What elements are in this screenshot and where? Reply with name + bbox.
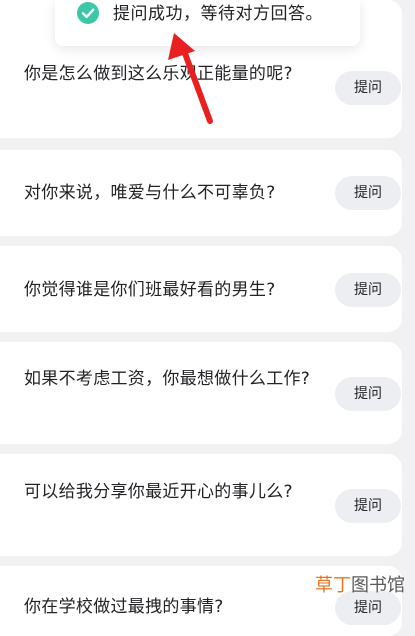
- watermark-text: 图书馆: [351, 575, 405, 596]
- ask-button[interactable]: 提问: [335, 489, 401, 523]
- question-text: 可以给我分享你最近开心的事儿么?: [24, 482, 293, 502]
- check-circle-icon: [77, 2, 99, 24]
- toast-message: 提问成功，等待对方回答。: [113, 4, 323, 24]
- red-arrow-icon: [168, 33, 213, 124]
- ask-button[interactable]: 提问: [335, 71, 401, 105]
- question-card[interactable]: 对你来说，唯爱与什么不可辜负? 提问: [0, 150, 402, 236]
- question-card[interactable]: 你觉得谁是你们班最好看的男生? 提问: [0, 246, 402, 332]
- question-text: 你觉得谁是你们班最好看的男生?: [24, 280, 276, 300]
- ask-button[interactable]: 提问: [335, 176, 401, 210]
- question-text: 如果不考虑工资，你最想做什么工作?: [24, 369, 311, 389]
- ask-button[interactable]: 提问: [335, 377, 401, 411]
- ask-button[interactable]: 提问: [335, 273, 401, 307]
- question-text: 你在学校做过最拽的事情?: [24, 597, 224, 617]
- question-card[interactable]: 如果不考虑工资，你最想做什么工作? 提问: [0, 342, 402, 444]
- question-card[interactable]: 可以给我分享你最近开心的事儿么? 提问: [0, 454, 402, 556]
- site-watermark: 草丁图书馆: [315, 574, 405, 598]
- watermark-brand: 草丁: [315, 575, 351, 596]
- question-text: 对你来说，唯爱与什么不可辜负?: [24, 183, 276, 203]
